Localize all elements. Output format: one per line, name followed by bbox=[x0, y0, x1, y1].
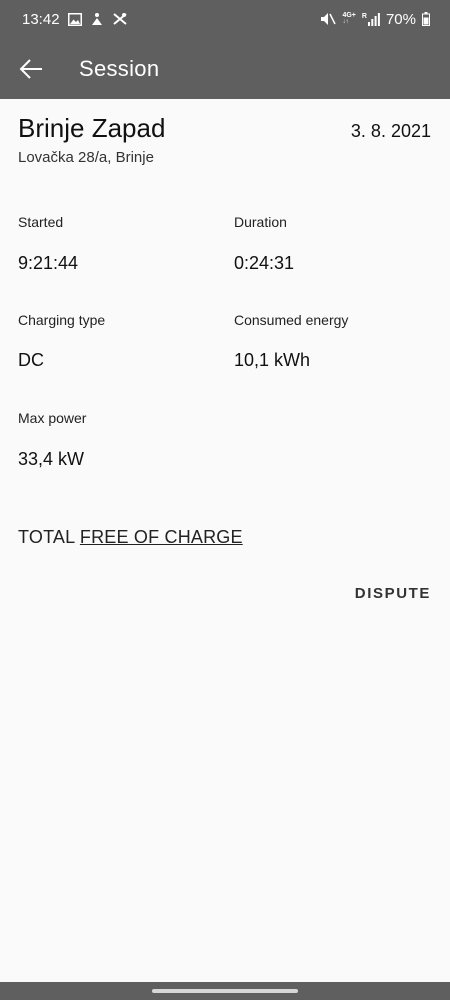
session-date: 3. 8. 2021 bbox=[350, 121, 431, 141]
back-arrow-icon bbox=[19, 58, 42, 79]
started-label: Started bbox=[18, 214, 64, 230]
status-bar: 13:42 4G+ ↓↑ R 70% bbox=[0, 0, 450, 38]
total-amount: FREE OF CHARGE bbox=[79, 527, 243, 547]
battery-icon bbox=[422, 12, 430, 26]
status-bar-left: 13:42 bbox=[22, 11, 128, 28]
total-line: TOTAL FREE OF CHARGE bbox=[18, 527, 243, 548]
status-time: 13:42 bbox=[22, 10, 60, 28]
station-address: Lovačka 28/a, Brinje bbox=[18, 149, 154, 166]
charging-type-value: DC bbox=[18, 350, 44, 370]
station-name: Brinje Zapad bbox=[18, 113, 166, 143]
duration-value: 0:24:31 bbox=[234, 253, 295, 273]
home-gesture-handle[interactable] bbox=[152, 989, 298, 993]
total-label: TOTAL bbox=[18, 527, 75, 547]
app-notification-icon-2 bbox=[112, 12, 128, 26]
back-button[interactable] bbox=[3, 41, 59, 97]
charging-type-label: Charging type bbox=[18, 312, 106, 328]
app-bar: Session bbox=[0, 38, 450, 99]
max-power-label: Max power bbox=[18, 410, 87, 426]
gallery-notification-icon bbox=[67, 12, 82, 26]
roaming-label: R bbox=[361, 12, 367, 20]
consumed-energy-label: Consumed energy bbox=[234, 312, 349, 328]
network-indicator: 4G+ ↓↑ bbox=[342, 12, 356, 25]
dispute-button[interactable]: DISPUTE bbox=[355, 585, 431, 602]
network-type: 4G+ bbox=[342, 12, 356, 19]
page-title: Session bbox=[79, 55, 160, 81]
status-bar-right: 4G+ ↓↑ R 70% bbox=[320, 11, 430, 28]
navigation-bar bbox=[0, 982, 450, 1000]
battery-percent: 70% bbox=[385, 10, 416, 28]
consumed-energy-value: 10,1 kWh bbox=[234, 350, 311, 370]
duration-label: Duration bbox=[234, 214, 287, 230]
started-value: 9:21:44 bbox=[18, 253, 79, 273]
mute-icon bbox=[320, 12, 337, 26]
app-notification-icon bbox=[90, 12, 104, 26]
signal-icon: R bbox=[361, 12, 380, 26]
max-power-value: 33,4 kW bbox=[18, 449, 85, 469]
